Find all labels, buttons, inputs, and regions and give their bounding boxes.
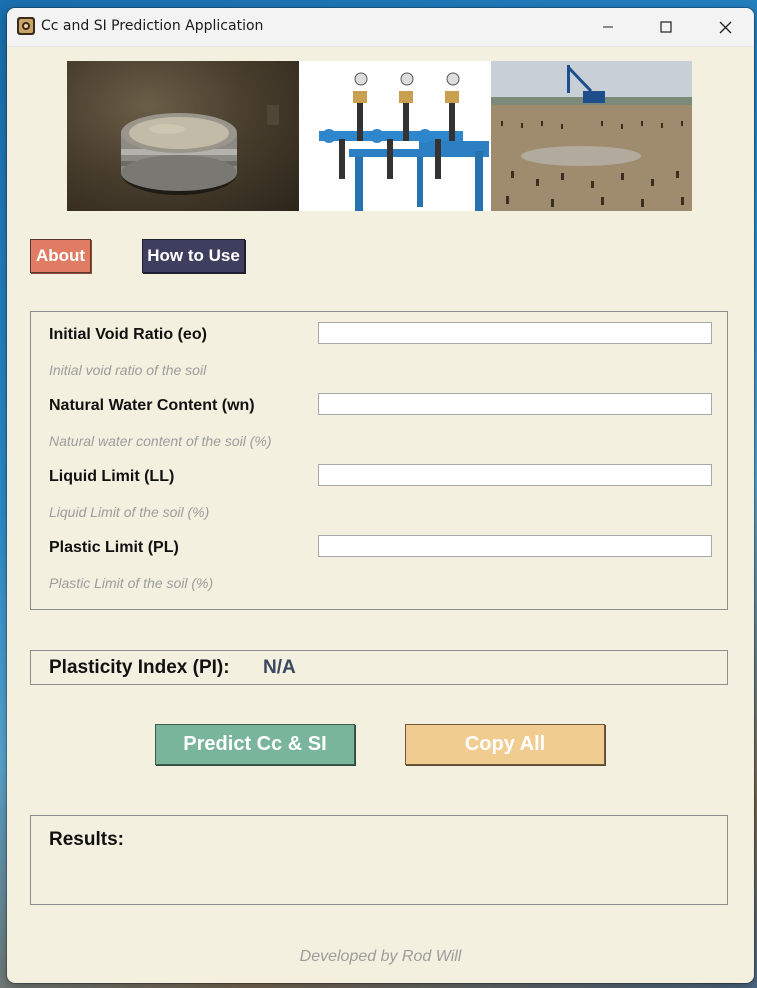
header-banner [67,61,692,211]
minimize-icon [603,26,613,28]
close-button[interactable] [696,8,754,46]
liquid-limit-label: Liquid Limit (LL) [49,468,175,485]
title-bar[interactable]: Cc and SI Prediction Application [7,8,754,47]
construction-site-image [491,61,692,211]
void-ratio-input[interactable] [318,322,712,344]
water-content-hint: Natural water content of the soil (%) [49,433,272,449]
soil-sample-image [67,61,299,211]
copy-all-button[interactable]: Copy All [405,724,605,765]
results-label: Results: [49,829,124,850]
app-icon [16,16,36,36]
maximize-button[interactable] [637,8,695,46]
plastic-limit-label: Plastic Limit (PL) [49,539,179,556]
water-content-input[interactable] [318,393,712,415]
window-title: Cc and SI Prediction Application [41,18,264,34]
input-panel: Initial Void Ratio (eo) Initial void rat… [30,311,728,610]
water-content-label: Natural Water Content (wn) [49,397,255,414]
minimize-button[interactable] [579,8,637,46]
close-icon [719,21,731,33]
plastic-limit-input[interactable] [318,535,712,557]
predict-button[interactable]: Predict Cc & SI [155,724,355,765]
footer-credit: Developed by Rod Will [299,948,462,965]
results-panel: Results: [30,815,728,905]
plasticity-index-label: Plasticity Index (PI): [49,657,230,678]
app-window: Cc and SI Prediction Application About H… [7,8,754,983]
liquid-limit-hint: Liquid Limit of the soil (%) [49,504,210,520]
consolidation-apparatus-image [299,61,491,211]
about-button[interactable]: About [30,239,91,273]
void-ratio-hint: Initial void ratio of the soil [49,362,207,378]
plasticity-index-panel: Plasticity Index (PI): N/A [30,650,728,685]
void-ratio-label: Initial Void Ratio (eo) [49,326,207,343]
plastic-limit-hint: Plastic Limit of the soil (%) [49,575,214,591]
liquid-limit-input[interactable] [318,464,712,486]
maximize-icon [660,21,672,33]
how-to-use-button[interactable]: How to Use [142,239,245,273]
plasticity-index-value: N/A [263,657,296,678]
